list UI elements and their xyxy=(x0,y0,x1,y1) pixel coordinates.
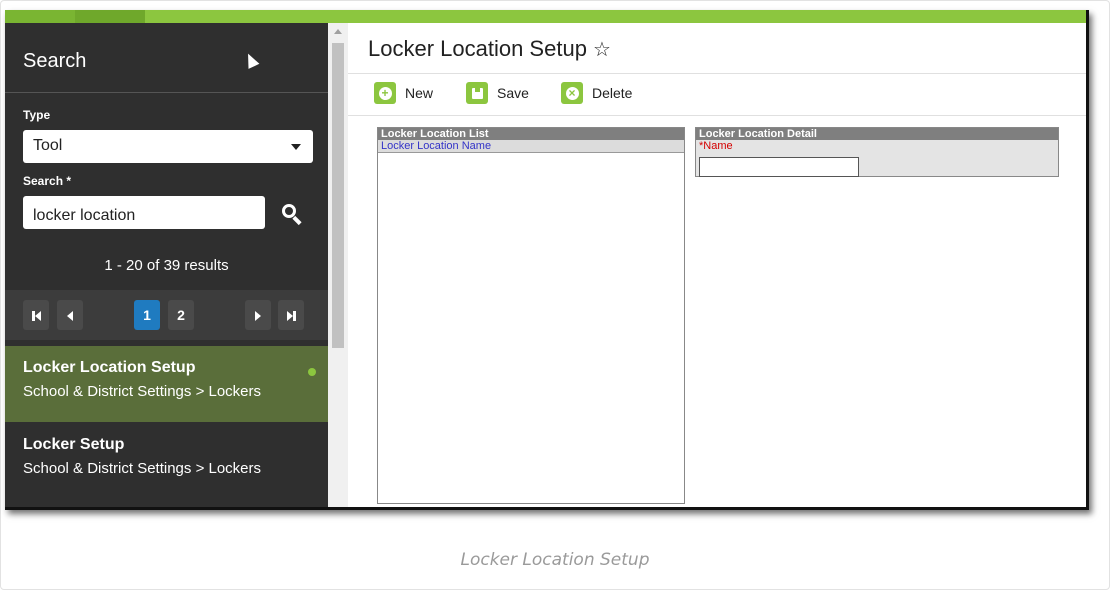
first-page-button[interactable] xyxy=(23,300,49,330)
locker-location-list-panel: Locker Location List Locker Location Nam… xyxy=(377,127,685,504)
star-icon[interactable]: ☆ xyxy=(593,39,611,61)
result-title: Locker Setup xyxy=(23,436,125,453)
add-icon: + xyxy=(374,82,396,104)
next-page-button[interactable] xyxy=(245,300,271,330)
list-panel-header: Locker Location List xyxy=(378,128,684,140)
figure-caption: Locker Location Setup xyxy=(460,550,650,570)
result-path: School & District Settings > Lockers xyxy=(23,460,262,477)
page-1-button[interactable]: 1 xyxy=(134,300,160,330)
result-item-locker-location-setup[interactable]: Locker Location Setup School & District … xyxy=(5,346,328,422)
type-select[interactable]: Tool xyxy=(23,130,313,163)
result-title: Locker Location Setup xyxy=(23,359,196,376)
prev-page-button[interactable] xyxy=(57,300,83,330)
page-title: Locker Location Setup ☆ xyxy=(368,36,611,61)
screenshot-window: Search Type Tool Search * 1 - 20 of 39 r… xyxy=(5,10,1089,510)
locker-location-detail-panel: Locker Location Detail *Name xyxy=(695,127,1059,177)
scroll-up-icon[interactable] xyxy=(334,29,342,34)
top-accent-bar xyxy=(5,10,1086,23)
toolbar-divider xyxy=(348,115,1086,116)
search-label: Search * xyxy=(23,174,72,188)
caret-down-icon xyxy=(291,144,301,150)
main-content: Locker Location Setup ☆ + New Save × Dele… xyxy=(348,23,1086,507)
save-icon xyxy=(466,82,488,104)
new-button[interactable]: + New xyxy=(374,80,433,106)
type-select-value: Tool xyxy=(33,137,63,154)
type-label: Type xyxy=(23,108,51,122)
list-column-header[interactable]: Locker Location Name xyxy=(378,140,684,153)
delete-icon: × xyxy=(561,82,583,104)
title-divider xyxy=(348,73,1086,74)
result-item-locker-setup[interactable]: Locker Setup School & District Settings … xyxy=(5,423,328,499)
scroll-thumb[interactable] xyxy=(332,43,344,348)
search-input[interactable] xyxy=(23,196,265,229)
sidebar-divider xyxy=(5,92,328,93)
pagination: 1 2 xyxy=(5,290,328,340)
last-page-button[interactable] xyxy=(278,300,304,330)
detail-panel-header: Locker Location Detail xyxy=(696,128,1058,140)
sidebar-scrollbar[interactable] xyxy=(328,23,348,507)
name-label: *Name xyxy=(699,140,733,152)
search-button[interactable] xyxy=(273,196,313,229)
delete-button[interactable]: × Delete xyxy=(561,80,632,106)
name-field[interactable] xyxy=(699,157,859,177)
sidebar-title: Search xyxy=(23,50,87,72)
results-count: 1 - 20 of 39 results xyxy=(104,257,229,274)
active-indicator-dot xyxy=(308,368,316,376)
mouse-cursor-icon xyxy=(242,51,260,69)
page-2-button[interactable]: 2 xyxy=(168,300,194,330)
search-sidebar: Search Type Tool Search * 1 - 20 of 39 r… xyxy=(5,23,328,507)
result-path: School & District Settings > Lockers xyxy=(23,383,262,400)
save-button[interactable]: Save xyxy=(466,80,529,106)
